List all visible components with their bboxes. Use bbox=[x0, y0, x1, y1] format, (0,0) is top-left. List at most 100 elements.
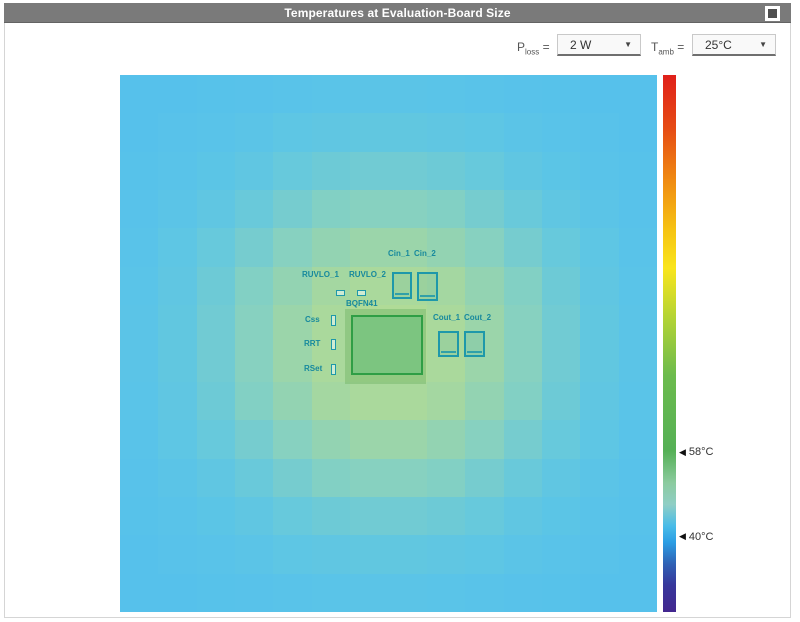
heatmap-cell bbox=[465, 420, 503, 458]
heatmap-cell bbox=[427, 459, 465, 497]
heatmap-cell bbox=[465, 75, 503, 113]
heatmap-cell bbox=[273, 267, 311, 305]
chevron-down-icon: ▼ bbox=[759, 40, 767, 49]
heatmap-cell bbox=[580, 574, 618, 612]
heatmap-cell bbox=[273, 113, 311, 151]
heatmap-cell bbox=[312, 459, 350, 497]
heatmap-cell bbox=[350, 113, 388, 151]
heatmap-cell bbox=[158, 267, 196, 305]
heatmap-cell bbox=[389, 75, 427, 113]
heatmap-cell bbox=[619, 75, 657, 113]
heatmap-cell bbox=[465, 305, 503, 343]
heatmap-cell bbox=[504, 497, 542, 535]
ploss-label-eq: = bbox=[539, 40, 549, 54]
heatmap-cell bbox=[273, 382, 311, 420]
heatmap-cell bbox=[273, 497, 311, 535]
page: Temperatures at Evaluation-Board Size Pl… bbox=[0, 0, 800, 622]
heatmap-cell bbox=[350, 152, 388, 190]
heatmap-cell bbox=[350, 228, 388, 266]
heatmap-cell bbox=[542, 152, 580, 190]
heatmap-cell bbox=[465, 382, 503, 420]
heatmap-cell bbox=[580, 75, 618, 113]
temperature-colorbar bbox=[663, 75, 676, 612]
maximize-icon[interactable] bbox=[765, 6, 780, 21]
window-title: Temperatures at Evaluation-Board Size bbox=[284, 6, 510, 20]
heatmap-cell bbox=[427, 152, 465, 190]
heatmap-cell bbox=[350, 420, 388, 458]
heatmap-cell bbox=[619, 459, 657, 497]
ploss-label-base: P bbox=[517, 40, 525, 54]
heatmap-cell bbox=[235, 497, 273, 535]
heatmap-cell bbox=[197, 152, 235, 190]
heatmap-cell bbox=[580, 459, 618, 497]
heatmap-cell bbox=[312, 305, 350, 343]
heatmap-cell bbox=[542, 190, 580, 228]
heatmap-cell bbox=[619, 190, 657, 228]
heatmap-cell bbox=[197, 113, 235, 151]
heatmap-cell bbox=[273, 344, 311, 382]
heatmap-cell bbox=[273, 228, 311, 266]
colorbar-marker: ◀40°C bbox=[679, 531, 714, 543]
heatmap-cell bbox=[389, 420, 427, 458]
heatmap-cell bbox=[312, 344, 350, 382]
ploss-dropdown[interactable]: 2 W ▼ bbox=[557, 34, 641, 56]
tamb-dropdown[interactable]: 25°C ▼ bbox=[692, 34, 776, 56]
heatmap-cell bbox=[542, 459, 580, 497]
heatmap-cell bbox=[427, 267, 465, 305]
heatmap-cell bbox=[427, 305, 465, 343]
heatmap-cell bbox=[235, 574, 273, 612]
heatmap-cell bbox=[197, 497, 235, 535]
heatmap-cell bbox=[350, 497, 388, 535]
heatmap-cell bbox=[158, 305, 196, 343]
heatmap-cell bbox=[542, 344, 580, 382]
heatmap-cell bbox=[235, 75, 273, 113]
heatmap-cell bbox=[312, 267, 350, 305]
heatmap-cell bbox=[120, 267, 158, 305]
heatmap-cell bbox=[504, 190, 542, 228]
heatmap-cell bbox=[580, 228, 618, 266]
heatmap-cell bbox=[504, 535, 542, 573]
heatmap-cell bbox=[504, 152, 542, 190]
heatmap-cell bbox=[120, 152, 158, 190]
heatmap-cell bbox=[312, 113, 350, 151]
heatmap-cell bbox=[619, 535, 657, 573]
heatmap-cell bbox=[273, 574, 311, 612]
heatmap-cell bbox=[350, 305, 388, 343]
heatmap-cell bbox=[158, 75, 196, 113]
heatmap-cell bbox=[158, 152, 196, 190]
heatmap-cell bbox=[619, 420, 657, 458]
heatmap-cell bbox=[619, 228, 657, 266]
heatmap-cell bbox=[389, 459, 427, 497]
heatmap-cell bbox=[580, 267, 618, 305]
heatmap-cell bbox=[465, 113, 503, 151]
heatmap-cell bbox=[619, 305, 657, 343]
heatmap-cell bbox=[580, 344, 618, 382]
heatmap-cell bbox=[235, 228, 273, 266]
heatmap-cell bbox=[197, 190, 235, 228]
heatmap-cell bbox=[465, 152, 503, 190]
heatmap-cell bbox=[389, 190, 427, 228]
heatmap-cell bbox=[542, 420, 580, 458]
heatmap-cell bbox=[465, 344, 503, 382]
heatmap-cell bbox=[580, 190, 618, 228]
heatmap-cell bbox=[465, 574, 503, 612]
heatmap-cell bbox=[120, 459, 158, 497]
heatmap-cell bbox=[197, 535, 235, 573]
heatmap-cell bbox=[158, 535, 196, 573]
heatmap-cell bbox=[158, 382, 196, 420]
heatmap-cell bbox=[580, 497, 618, 535]
heatmap-cell bbox=[312, 497, 350, 535]
heatmap-cell bbox=[542, 574, 580, 612]
heatmap-cell bbox=[542, 382, 580, 420]
heatmap-cell bbox=[619, 152, 657, 190]
heatmap-cell bbox=[427, 574, 465, 612]
heatmap-cell bbox=[120, 75, 158, 113]
heatmap-cell bbox=[389, 497, 427, 535]
heatmap-cell bbox=[273, 305, 311, 343]
heatmap-cell bbox=[273, 535, 311, 573]
heatmap-cell bbox=[273, 75, 311, 113]
heatmap-cell bbox=[465, 459, 503, 497]
heatmap-cell bbox=[312, 75, 350, 113]
heatmap-cell bbox=[312, 228, 350, 266]
heatmap-cell bbox=[158, 459, 196, 497]
